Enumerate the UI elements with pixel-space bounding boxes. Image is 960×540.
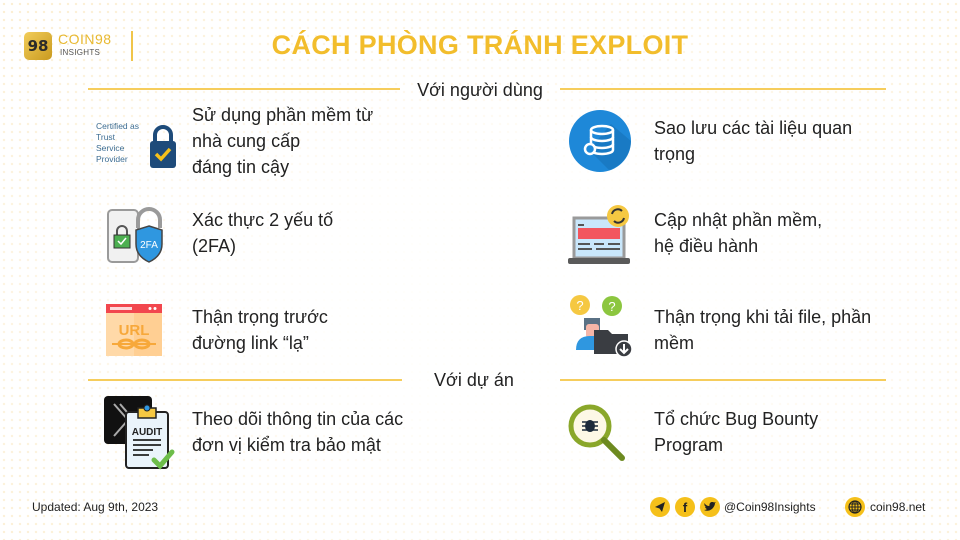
tip-line: nhà cung cấp	[192, 131, 301, 151]
tip-update-software: Cập nhật phần mềm, hệ điều hành	[654, 207, 822, 259]
svg-text:?: ?	[608, 299, 615, 314]
two-factor-auth-icon: 2FA	[107, 207, 163, 263]
updated-date: Updated: Aug 9th, 2023	[32, 500, 159, 514]
section-divider-right	[560, 379, 886, 381]
section-label-users: Với người dùng	[417, 80, 543, 100]
trust-service-provider-icon: Certified as Trust Service Provider	[96, 112, 186, 172]
file-download-caution-icon: ? ?	[570, 295, 633, 358]
telegram-icon[interactable]	[650, 497, 670, 517]
tip-line: Sử dụng phần mềm từ	[192, 105, 374, 125]
url-link-icon: URL	[106, 304, 162, 356]
section-divider-right	[560, 88, 886, 90]
tip-line: Theo dõi thông tin của các	[192, 409, 404, 429]
twitter-icon[interactable]	[700, 497, 720, 517]
icon-caption: Certified as	[96, 121, 139, 131]
tip-download-caution: Thận trọng khi tải file, phần mềm	[654, 304, 871, 356]
icon-caption: Trust	[96, 132, 116, 142]
tip-line: hệ điều hành	[654, 236, 759, 256]
section-divider-left	[88, 379, 402, 381]
tip-line: Xác thực 2 yếu tố	[192, 210, 334, 230]
icon-caption: Service	[96, 143, 125, 153]
globe-icon	[845, 497, 865, 517]
tip-line: Program	[654, 435, 724, 455]
tip-line: đơn vị kiểm tra bảo mật	[192, 435, 381, 455]
tip-line: Cập nhật phần mềm,	[654, 210, 823, 230]
tip-line: (2FA)	[192, 236, 237, 256]
tip-line: trọng	[654, 144, 696, 164]
padlock-icon	[150, 125, 176, 168]
tip-line: Thận trọng trước	[192, 307, 328, 327]
icon-caption: URL	[119, 322, 150, 339]
facebook-icon[interactable]: f	[675, 497, 695, 517]
social-handle[interactable]: @Coin98Insights	[724, 500, 816, 514]
svg-text:?: ?	[576, 298, 583, 313]
page-title: CÁCH PHÒNG TRÁNH EXPLOIT	[271, 30, 689, 60]
tip-line: Sao lưu các tài liệu quan	[654, 118, 853, 138]
icon-caption: 2FA	[140, 240, 158, 251]
icon-caption: AUDIT	[132, 427, 163, 438]
tip-trusted-software: Sử dụng phần mềm từ nhà cung cấp đáng ti…	[192, 102, 373, 180]
laptop-update-icon	[568, 205, 630, 264]
tip-backup: Sao lưu các tài liệu quan trọng	[654, 115, 852, 167]
bug-bounty-magnifier-icon	[568, 404, 625, 461]
tip-line: Thận trọng khi tải file, phần	[654, 307, 872, 327]
tip-line: mềm	[654, 333, 694, 353]
tip-bug-bounty: Tổ chức Bug Bounty Program	[654, 406, 818, 458]
database-backup-icon	[569, 110, 631, 172]
website-link[interactable]: coin98.net	[870, 500, 925, 514]
tip-line: đường link “lạ”	[192, 333, 309, 353]
tip-line: Tổ chức Bug Bounty	[654, 409, 819, 429]
tip-line: đáng tin cậy	[192, 157, 290, 177]
icon-caption: Provider	[96, 154, 128, 164]
tip-follow-auditors: Theo dõi thông tin của các đơn vị kiểm t…	[192, 406, 403, 458]
section-label-projects: Với dự án	[434, 370, 514, 390]
tip-strange-links: Thận trọng trước đường link “lạ”	[192, 304, 328, 356]
audit-icon: AUDIT	[104, 396, 175, 470]
tip-two-factor: Xác thực 2 yếu tố (2FA)	[192, 207, 333, 259]
section-divider-left	[88, 88, 400, 90]
